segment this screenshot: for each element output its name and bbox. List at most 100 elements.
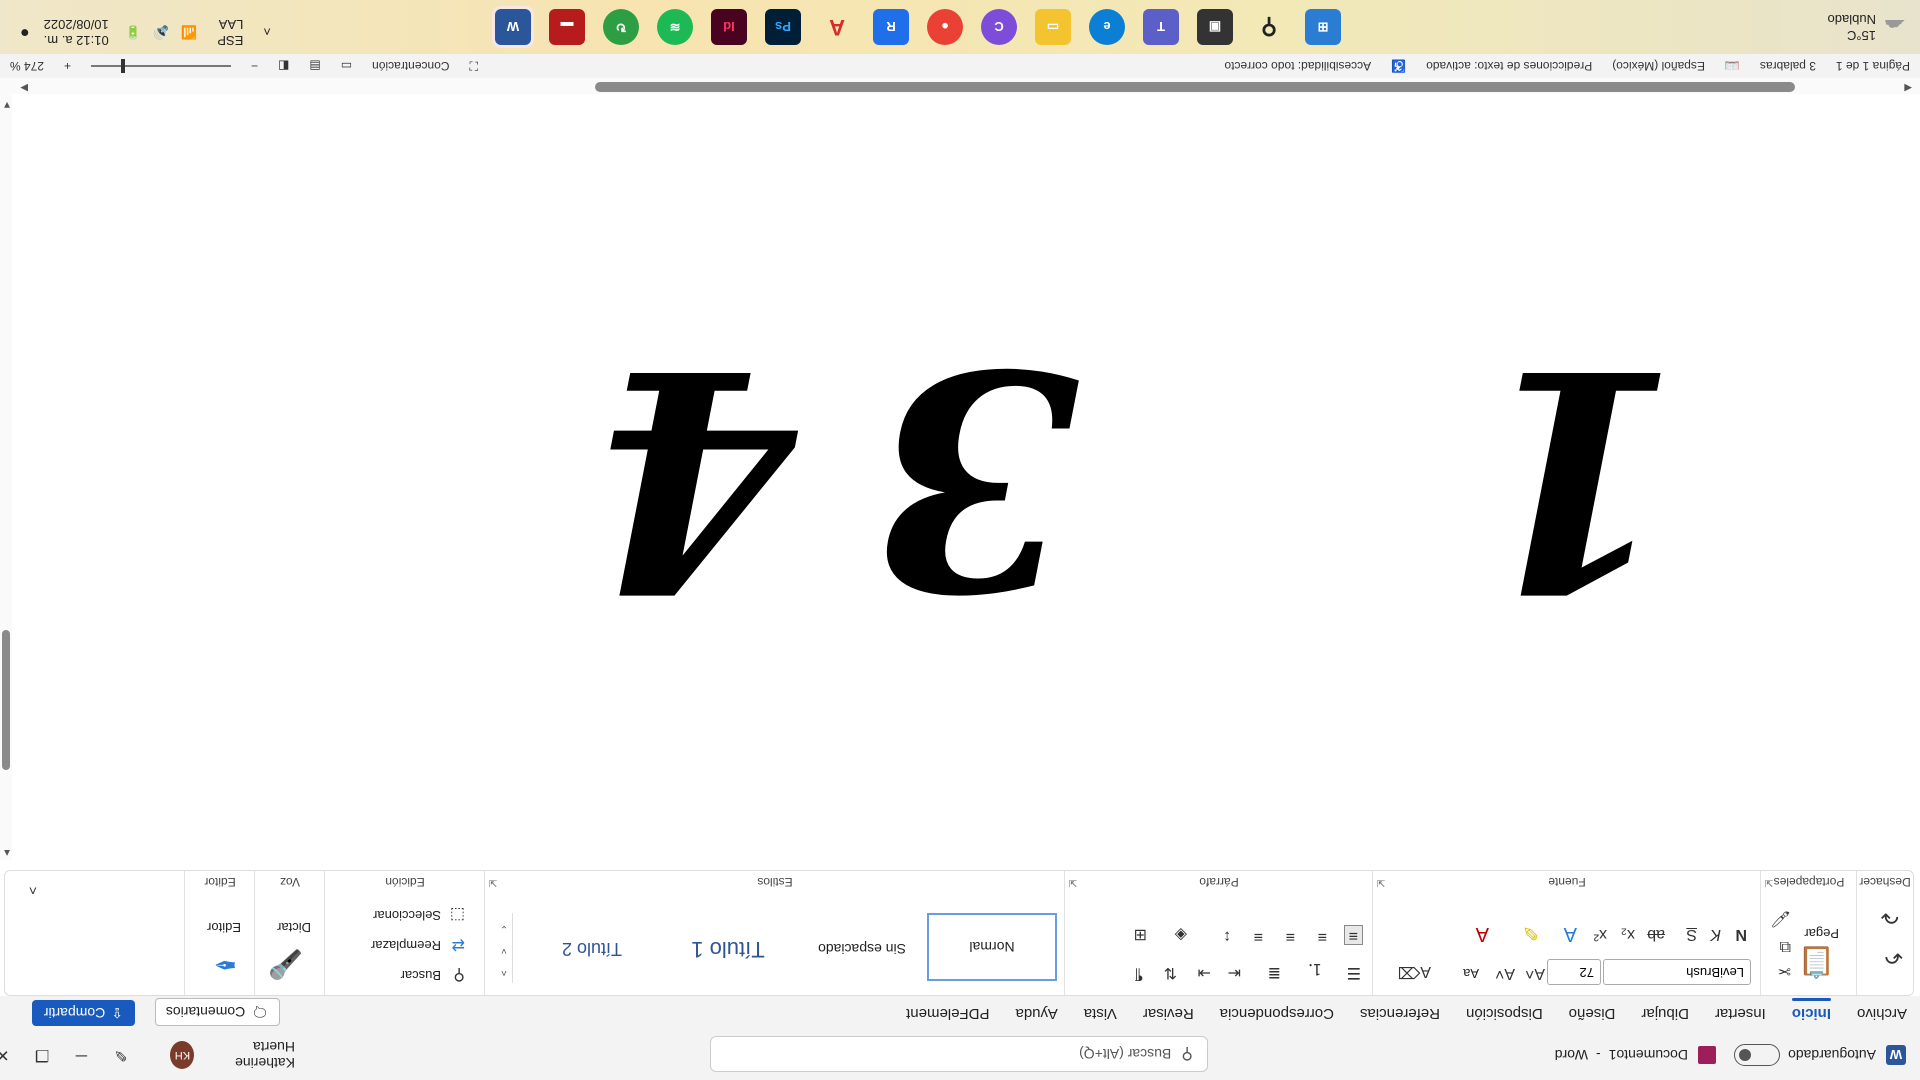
font-name-field[interactable]: LeviBrush — [1603, 959, 1751, 985]
taskbar-acrobat-icon[interactable]: A — [819, 9, 855, 45]
battery-icon[interactable]: 🔋 — [125, 24, 141, 40]
font-launcher-icon[interactable]: ⇲ — [1377, 877, 1385, 888]
paste-label[interactable]: Pegar — [1804, 926, 1839, 941]
volume-icon[interactable]: 🔊 — [153, 24, 169, 40]
style-heading-2[interactable]: Título 2 — [527, 917, 657, 981]
taskbar-photoshop-icon[interactable]: Ps — [765, 9, 801, 45]
increase-indent-icon[interactable]: ⇥ — [1198, 963, 1211, 983]
horizontal-scroll-thumb[interactable] — [595, 82, 1795, 92]
wifi-icon[interactable]: 📶 — [181, 24, 197, 40]
tab-insertar[interactable]: Insertar — [1702, 996, 1779, 1030]
paragraph-launcher-icon[interactable]: ⇲ — [1069, 877, 1077, 888]
paste-icon[interactable]: 📋 — [1798, 944, 1835, 979]
taskbar-terminal-icon[interactable]: ▣ — [1197, 9, 1233, 45]
taskbar-reader-icon[interactable]: R — [873, 9, 909, 45]
justify-icon[interactable]: ≡ — [1254, 927, 1263, 945]
clipboard-launcher-icon[interactable]: ⇲ — [1765, 877, 1773, 888]
scroll-down-icon[interactable]: ▼ — [2, 99, 12, 110]
strikethrough-icon[interactable]: ab — [1647, 925, 1665, 943]
style-normal[interactable]: Normal — [927, 913, 1057, 981]
style-heading-1[interactable]: Título 1 — [663, 917, 793, 981]
sort-icon[interactable]: ⇅ — [1164, 963, 1177, 983]
borders-icon[interactable]: ⊞ — [1134, 925, 1147, 945]
align-center-icon[interactable]: ≡ — [1318, 927, 1327, 945]
taskbar-search-icon[interactable]: ⚲ — [1251, 9, 1287, 45]
shading-icon[interactable]: ◈ — [1175, 925, 1187, 945]
taskbar-spotify-icon[interactable]: ≋ — [657, 9, 693, 45]
editor-button[interactable]: Editor — [207, 920, 241, 935]
language-indicator[interactable]: ESP LAA — [217, 16, 243, 48]
save-icon[interactable] — [1698, 1046, 1717, 1064]
clear-format-icon[interactable]: A⌫ — [1398, 962, 1431, 982]
avatar[interactable]: KH — [170, 1041, 195, 1069]
page-count[interactable]: Página 1 de 1 — [1836, 59, 1910, 73]
tab-ayuda[interactable]: Ayuda — [1003, 996, 1071, 1030]
subscript-icon[interactable]: x₂ — [1621, 925, 1635, 943]
bold-button[interactable]: N — [1735, 925, 1747, 943]
notification-icon[interactable]: ● — [20, 23, 30, 41]
taskbar-indesign-icon[interactable]: Id — [711, 9, 747, 45]
multilevel-list-icon[interactable]: ≣ — [1268, 963, 1281, 983]
clock[interactable]: 01:12 a. m. 10/08/2022 — [44, 16, 109, 48]
chevron-up-icon[interactable]: ˄ — [263, 25, 271, 40]
zoom-slider[interactable] — [91, 59, 232, 73]
tab-vista[interactable]: Vista — [1071, 996, 1130, 1030]
language-status[interactable]: Español (México) — [1612, 59, 1705, 73]
tab-disposicion[interactable]: Disposición — [1453, 996, 1556, 1030]
change-case-button[interactable]: Aa — [1463, 966, 1479, 981]
vertical-scroll-thumb[interactable] — [2, 630, 10, 770]
zoom-out-icon[interactable]: − — [251, 59, 258, 73]
comments-button[interactable]: 🗨 Comentarios — [154, 998, 280, 1026]
styles-launcher-icon[interactable]: ⇲ — [489, 877, 497, 888]
font-color-icon[interactable]: A — [1476, 922, 1489, 945]
undo-icon[interactable]: ↶ — [1885, 943, 1903, 969]
print-layout-icon[interactable]: ▤ — [309, 59, 320, 73]
grow-font-icon[interactable]: A˄ — [1525, 964, 1545, 982]
user-name[interactable]: Katherine Huerta — [204, 1039, 295, 1071]
styles-scroll[interactable]: ˄ ˅ ⌄ — [496, 913, 513, 983]
dictate-button[interactable]: Dictar — [277, 920, 311, 935]
tab-pdfelement[interactable]: PDFelement — [893, 996, 1002, 1030]
align-right-icon[interactable]: ≡ — [1286, 927, 1295, 945]
italic-button[interactable]: K — [1710, 925, 1721, 943]
redo-icon[interactable]: ↷ — [1881, 903, 1899, 929]
word-count[interactable]: 3 palabras — [1760, 59, 1816, 73]
tab-archivo[interactable]: Archivo — [1844, 996, 1920, 1030]
tab-revisar[interactable]: Revisar — [1130, 996, 1207, 1030]
pen-icon[interactable]: ✎ — [101, 1045, 140, 1065]
select-button[interactable]: Seleccionar — [373, 908, 441, 923]
weather-widget[interactable]: 15°C Nublado — [1828, 11, 1876, 43]
taskbar-app-icon[interactable]: ▬ — [549, 9, 585, 45]
find-button[interactable]: Buscar — [401, 968, 441, 983]
search-box[interactable]: ⚲ Buscar (Alt+Q) — [710, 1036, 1208, 1072]
taskbar-chrome-icon[interactable]: ● — [927, 9, 963, 45]
zoom-level[interactable]: 274 % — [10, 59, 44, 73]
web-layout-icon[interactable]: ◧ — [278, 59, 289, 73]
close-icon[interactable]: ✕ — [0, 1045, 22, 1065]
select-icon[interactable]: ⬚ — [450, 905, 465, 925]
proofing-icon[interactable]: 📖 — [1725, 59, 1740, 73]
taskbar-start-icon[interactable]: ⊞ — [1305, 9, 1341, 45]
find-icon[interactable]: ⚲ — [453, 965, 465, 985]
share-button[interactable]: ⇪ Compartir — [31, 1000, 135, 1026]
scroll-up-icon[interactable]: ▲ — [2, 847, 12, 858]
restore-icon[interactable]: ❐ — [22, 1045, 61, 1065]
underline-button[interactable]: S — [1686, 925, 1697, 943]
tab-dibujar[interactable]: Dibujar — [1628, 996, 1702, 1030]
cut-icon[interactable]: ✂ — [1778, 961, 1791, 981]
decrease-indent-icon[interactable]: ⇤ — [1228, 963, 1241, 983]
align-left-icon[interactable]: ≡ — [1343, 925, 1363, 945]
replace-icon[interactable]: ⇄ — [452, 935, 465, 955]
zoom-in-icon[interactable]: + — [64, 59, 71, 73]
document-canvas[interactable]: 1 3 4 — [14, 88, 1920, 868]
font-size-field[interactable]: 72 — [1547, 959, 1601, 985]
minimize-icon[interactable]: ─ — [62, 1046, 101, 1064]
bullets-icon[interactable]: ☰ — [1347, 963, 1361, 983]
tab-inicio[interactable]: Inicio — [1779, 996, 1844, 1030]
microphone-icon[interactable]: 🎤 — [268, 948, 303, 981]
scroll-left-icon[interactable]: ◀ — [1904, 82, 1912, 93]
taskbar-edge-icon[interactable]: e — [1089, 9, 1125, 45]
scroll-right-icon[interactable]: ▶ — [20, 82, 28, 93]
tab-diseno[interactable]: Diseño — [1556, 996, 1629, 1030]
taskbar-word-icon[interactable]: W — [495, 9, 531, 45]
